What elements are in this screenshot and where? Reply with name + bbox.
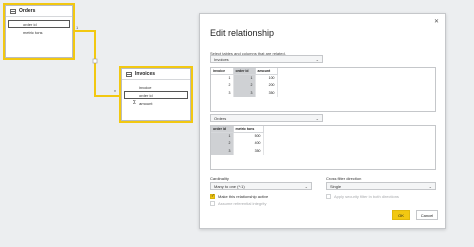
sigma-icon: Σ: [133, 100, 137, 106]
preview-cell: 100: [255, 74, 278, 82]
preview-cell: 3: [233, 89, 256, 97]
security-filter-checkbox[interactable]: [326, 194, 331, 199]
cardinality-label: Cardinality: [210, 176, 229, 181]
preview-cell: 1: [211, 74, 234, 82]
preview-cell: 500: [233, 132, 264, 140]
orders-table-card[interactable]: Orders order id metric tons: [3, 3, 75, 60]
chevron-down-icon: ⌄: [315, 57, 319, 62]
relationship-direction-marker: [92, 58, 98, 64]
preview-cell: 2: [211, 81, 234, 89]
table-icon: [126, 71, 132, 77]
cardinality-select-value: Many to one (*:1): [214, 183, 245, 189]
preview-cell: 2: [233, 81, 256, 89]
dialog-title: Edit relationship: [210, 28, 275, 38]
table2-select[interactable]: Orders ⌄: [210, 114, 323, 122]
preview-cell: 350: [233, 147, 264, 155]
invoices-table-card[interactable]: Invoices invoice order id Σ amount: [119, 66, 193, 123]
cross-filter-select[interactable]: Single ⌄: [326, 182, 436, 190]
orders-table-header[interactable]: Orders: [6, 6, 72, 17]
table-row: 3 350: [211, 147, 264, 155]
chevron-down-icon: ⌄: [304, 184, 308, 189]
invoices-table-title: Invoices: [135, 71, 156, 77]
invoices-table-header[interactable]: Invoices: [122, 69, 190, 80]
close-icon[interactable]: ✕: [434, 18, 439, 25]
invoices-field-amount-label: amount: [139, 100, 153, 106]
cross-filter-select-value: Single: [330, 183, 342, 189]
preview-cell: 350: [255, 89, 278, 97]
edit-relationship-dialog: ✕ Edit relationship Select tables and co…: [199, 13, 446, 229]
table1-select-value: Invoices: [214, 56, 229, 62]
table-row: 3 3 350: [211, 89, 278, 97]
table-row: 1 500: [211, 132, 264, 140]
chevron-down-icon: ⌄: [428, 184, 432, 189]
referential-integrity-label: Assume referential integrity: [218, 201, 267, 206]
table1-preview: invoice order id amount 1 1 100 2 2 200 …: [210, 67, 436, 112]
preview-cell: 1: [211, 132, 234, 140]
preview-cell: 3: [211, 147, 234, 155]
orders-field-order-id[interactable]: order id: [8, 20, 70, 28]
table1-preview-grid: invoice order id amount 1 1 100 2 2 200 …: [211, 68, 278, 97]
orders-field-metric-tons[interactable]: metric tons: [6, 28, 72, 36]
referential-integrity-checkbox[interactable]: [210, 201, 215, 206]
invoices-field-invoice[interactable]: invoice: [122, 83, 190, 91]
table-row: 1 1 100: [211, 74, 278, 82]
security-filter-label: Apply security filter in both directions: [334, 194, 399, 199]
one-side-marker: 1: [76, 25, 79, 30]
table-row: 2 2 200: [211, 81, 278, 89]
table2-preview: order id metric tons 1 500 2 400 3 350: [210, 125, 436, 170]
preview-cell: 1: [233, 74, 256, 82]
cancel-button[interactable]: Cancel: [416, 210, 438, 220]
cardinality-select[interactable]: Many to one (*:1) ⌄: [210, 182, 312, 190]
invoices-field-order-id[interactable]: order id: [124, 91, 188, 99]
preview-cell: 400: [233, 139, 264, 147]
table2-select-value: Orders: [214, 115, 227, 121]
many-side-marker: *: [114, 90, 116, 96]
orders-table-title: Orders: [19, 8, 36, 14]
table-icon: [10, 8, 16, 14]
ok-button[interactable]: OK: [392, 210, 410, 220]
preview-cell: 3: [211, 89, 234, 97]
cross-filter-label: Cross filter direction: [326, 176, 362, 181]
table-row: 2 400: [211, 139, 264, 147]
preview-cell: 200: [255, 81, 278, 89]
table1-select[interactable]: Invoices ⌄: [210, 55, 323, 63]
chevron-down-icon: ⌄: [315, 116, 319, 121]
make-active-label: Make this relationship active: [218, 194, 269, 199]
invoices-field-amount[interactable]: Σ amount: [122, 99, 190, 107]
preview-cell: 2: [211, 139, 234, 147]
make-active-checkbox[interactable]: [210, 193, 215, 199]
table2-preview-grid: order id metric tons 1 500 2 400 3 350: [211, 126, 264, 155]
